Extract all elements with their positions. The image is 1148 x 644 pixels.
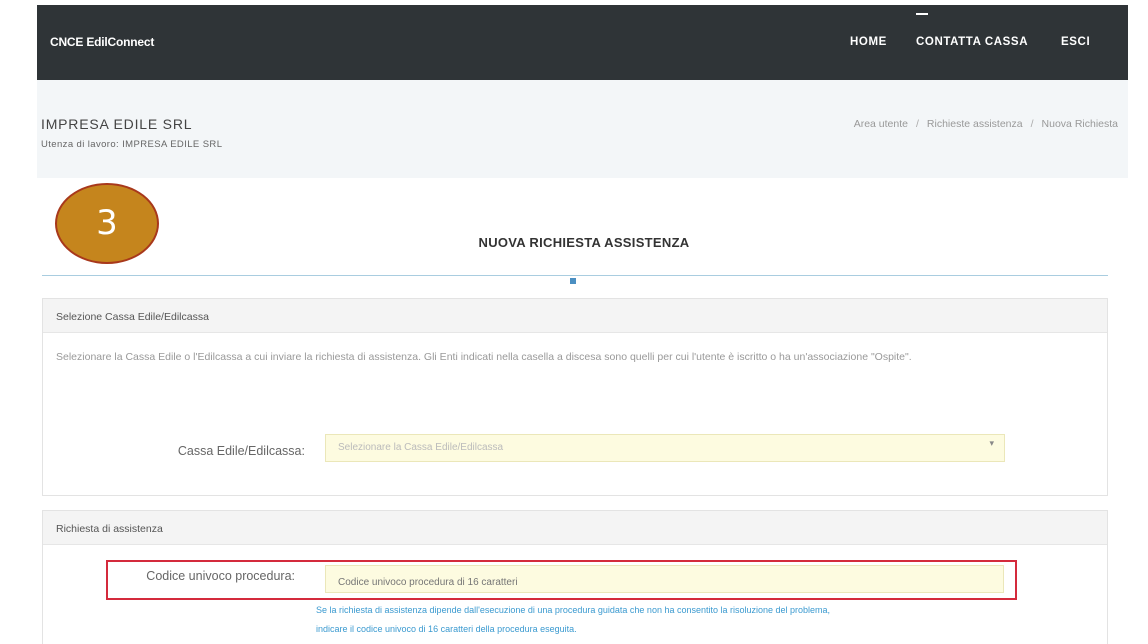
cassa-panel-heading: Selezione Cassa Edile/Edilcassa bbox=[43, 299, 1107, 333]
company-name: IMPRESA EDILE SRL bbox=[41, 116, 193, 132]
codice-help-text: Se la richiesta di assistenza dipende da… bbox=[316, 601, 1076, 639]
frame-right-margin bbox=[1128, 0, 1148, 644]
page-title: NUOVA RICHIESTA ASSISTENZA bbox=[478, 235, 690, 250]
nav-esci-link[interactable]: ESCI bbox=[1061, 36, 1090, 48]
nav-home-link[interactable]: HOME bbox=[850, 36, 887, 48]
cassa-panel-description: Selezionare la Cassa Edile o l'Edilcassa… bbox=[56, 351, 912, 363]
highlight-annotation-box bbox=[106, 560, 1017, 600]
breadcrumb: Area utente / Richieste assistenza / Nuova R… bbox=[854, 118, 1118, 130]
nav-contatta-cassa-link[interactable]: CONTATTA CASSA bbox=[916, 36, 1028, 48]
page-header: IMPRESA EDILE SRL Utenza di lavoro: IMPR… bbox=[37, 80, 1128, 178]
title-divider bbox=[42, 275, 1108, 276]
breadcrumb-richieste-assistenza[interactable]: Richieste assistenza bbox=[927, 118, 1023, 130]
frame-left-margin bbox=[0, 0, 37, 644]
help-text-line: indicare il codice univoco di 16 caratte… bbox=[316, 624, 577, 634]
cassa-selection-panel: Selezione Cassa Edile/Edilcassa Selezion… bbox=[42, 298, 1108, 496]
work-account-label: Utenza di lavoro: IMPRESA EDILE SRL bbox=[41, 139, 223, 150]
step-number-badge: 3 bbox=[55, 183, 159, 264]
brand-logo-text[interactable]: CNCE EdilConnect bbox=[50, 35, 154, 49]
cassa-field-label: Cassa Edile/Edilcassa: bbox=[177, 444, 305, 458]
help-text-line: Se la richiesta di assistenza dipende da… bbox=[316, 605, 831, 615]
breadcrumb-nuova-richiesta: Nuova Richiesta bbox=[1041, 118, 1118, 130]
active-nav-indicator bbox=[916, 13, 928, 15]
breadcrumb-separator: / bbox=[1030, 118, 1034, 130]
breadcrumb-separator: / bbox=[915, 118, 919, 130]
top-navbar: CNCE EdilConnect HOME CONTATTA CASSA ESC… bbox=[37, 5, 1128, 80]
breadcrumb-area-utente[interactable]: Area utente bbox=[854, 118, 908, 130]
cassa-select[interactable]: Selezionare la Cassa Edile/Edilcassa ▾ bbox=[325, 434, 1005, 462]
caret-down-icon: ▾ bbox=[989, 438, 994, 448]
richiesta-panel-heading: Richiesta di assistenza bbox=[43, 511, 1107, 545]
cassa-select-placeholder: Selezionare la Cassa Edile/Edilcassa bbox=[338, 442, 504, 453]
title-divider-dot bbox=[570, 278, 576, 284]
